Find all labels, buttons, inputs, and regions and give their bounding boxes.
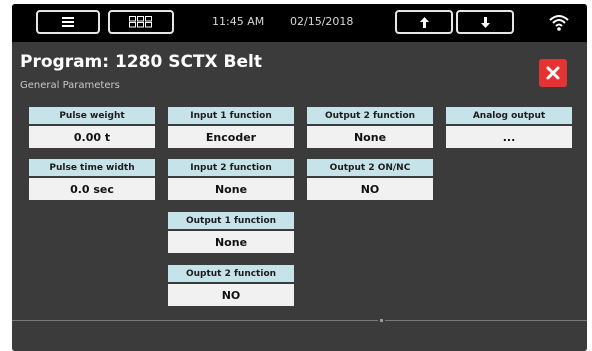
param-pulse-weight: Pulse weight 0.00 t (29, 107, 155, 148)
param-label: Pulse time width (29, 159, 155, 176)
device-screen: 11:45 AM 02/15/2018 Program: 1280 SCTX B… (12, 4, 587, 351)
param-value-field[interactable]: None (168, 231, 294, 253)
close-icon (546, 66, 560, 80)
param-value-field[interactable]: 0.0 sec (29, 178, 155, 200)
param-input2-function: Input 2 function None (168, 159, 294, 200)
arrow-up-icon (419, 16, 429, 28)
scroll-up-button[interactable] (395, 10, 453, 34)
clock-date: 02/15/2018 (290, 15, 354, 28)
footer-bar (12, 319, 587, 351)
param-pulse-time-width: Pulse time width 0.0 sec (29, 159, 155, 200)
param-label: Pulse weight (29, 107, 155, 124)
wifi-icon (549, 15, 569, 31)
page-title: Program: 1280 SCTX Belt (20, 52, 262, 72)
param-value-field[interactable]: Encoder (168, 126, 294, 148)
grid-icon (129, 16, 152, 28)
param-value-field[interactable]: None (307, 126, 433, 148)
param-label: Input 1 function (168, 107, 294, 124)
param-output2-function: Output 2 function None (307, 107, 433, 148)
footer-divider (385, 320, 587, 321)
param-label: Ouptut 2 function (168, 265, 294, 282)
param-input1-function: Input 1 function Encoder (168, 107, 294, 148)
param-value-field[interactable]: 0.00 t (29, 126, 155, 148)
param-value-field[interactable]: NO (168, 284, 294, 306)
param-output1-function: Output 1 function None (168, 212, 294, 253)
close-button[interactable] (539, 59, 567, 87)
grid-button[interactable] (108, 10, 174, 34)
param-label: Input 2 function (168, 159, 294, 176)
param-ouptut2-function: Ouptut 2 function NO (168, 265, 294, 306)
param-label: Analog output (446, 107, 572, 124)
menu-button[interactable] (36, 10, 100, 34)
menu-icon (62, 17, 74, 27)
param-label: Output 2 function (307, 107, 433, 124)
param-value-field[interactable]: ... (446, 126, 572, 148)
param-analog-output: Analog output ... (446, 107, 572, 148)
clock-time: 11:45 AM (212, 15, 265, 28)
scroll-down-button[interactable] (456, 10, 514, 34)
param-value-field[interactable]: None (168, 178, 294, 200)
param-value-field[interactable]: NO (307, 178, 433, 200)
param-output2-on-nc: Output 2 ON/NC NO (307, 159, 433, 200)
footer-divider (12, 320, 378, 321)
status-bar: 11:45 AM 02/15/2018 (12, 4, 587, 42)
page-subtitle: General Parameters (20, 80, 120, 91)
param-label: Output 2 ON/NC (307, 159, 433, 176)
param-label: Output 1 function (168, 212, 294, 229)
footer-divider-dot (380, 319, 383, 322)
arrow-down-icon (480, 16, 490, 28)
